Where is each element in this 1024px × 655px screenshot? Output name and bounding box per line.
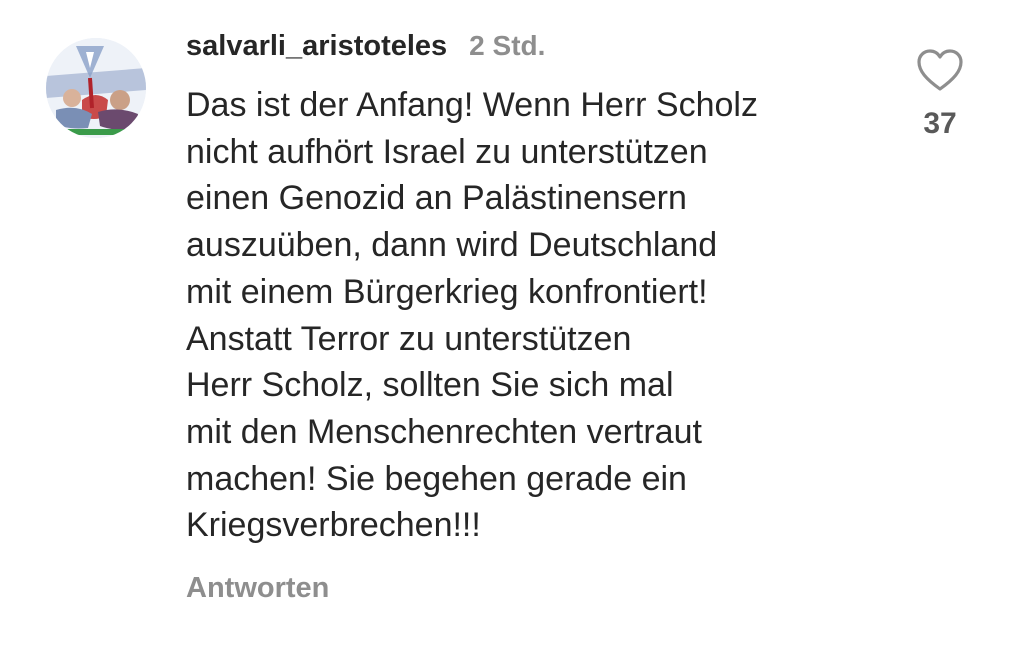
comment-item: salvarli_aristoteles 2 Std. Das ist der … — [0, 0, 1024, 655]
comment-line: Das ist der Anfang! Wenn Herr Scholz — [186, 86, 758, 124]
comment-line: machen! Sie begehen gerade ein — [186, 459, 687, 498]
comment-line: Anstatt Terror zu unterstützen — [186, 319, 632, 358]
reply-button[interactable]: Antworten — [186, 572, 329, 605]
comment-line: Kriegsverbrechen!!! — [186, 506, 481, 545]
comment-line: Herr Scholz, sollten Sie sich mal — [186, 366, 674, 405]
comment-line: nicht aufhört Israel zu unterstützen — [186, 132, 708, 171]
comment-timestamp: 2 Std. — [469, 30, 546, 61]
comment-line: auszuüben, dann wird Deutschland — [186, 226, 718, 265]
comment-text: Das ist der Anfang! Wenn Herr Scholz nic… — [186, 82, 876, 549]
comment-line: mit den Menschenrechten vertraut — [186, 412, 702, 451]
heart-icon[interactable] — [916, 48, 964, 92]
comment-line: einen Genozid an Palästinensern — [186, 179, 687, 218]
avatar[interactable] — [46, 38, 146, 138]
like-control: 37 — [912, 48, 968, 141]
username-link[interactable]: salvarli_aristoteles — [186, 30, 447, 63]
comment-content: salvarli_aristoteles 2 Std. Das ist der … — [186, 30, 876, 549]
comment-line: mit einem Bürgerkrieg konfrontiert! — [186, 272, 708, 311]
comment-meta: salvarli_aristoteles 2 Std. — [186, 30, 876, 74]
like-count: 37 — [923, 107, 957, 140]
avatar-image — [46, 38, 146, 138]
